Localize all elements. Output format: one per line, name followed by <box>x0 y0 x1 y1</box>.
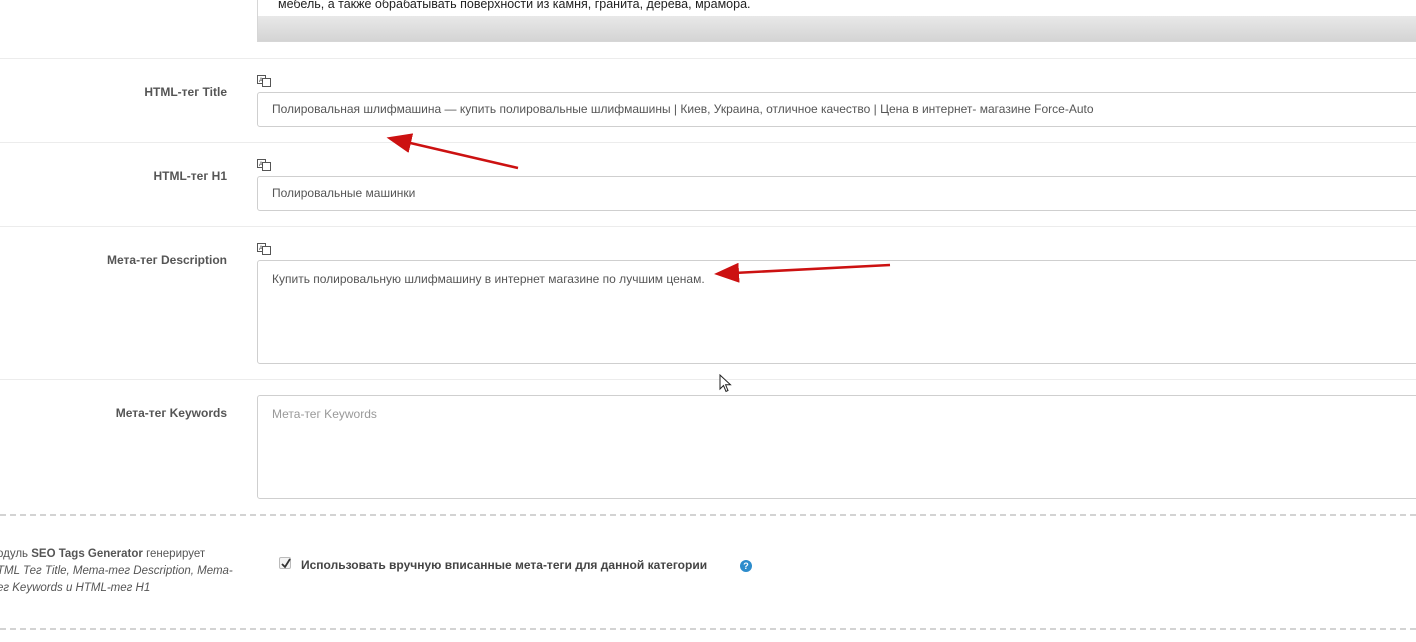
mouse-cursor-icon <box>719 374 732 393</box>
arrow-to-description <box>714 262 891 283</box>
annotation-arrows <box>386 133 891 283</box>
arrow-to-title <box>386 133 519 170</box>
